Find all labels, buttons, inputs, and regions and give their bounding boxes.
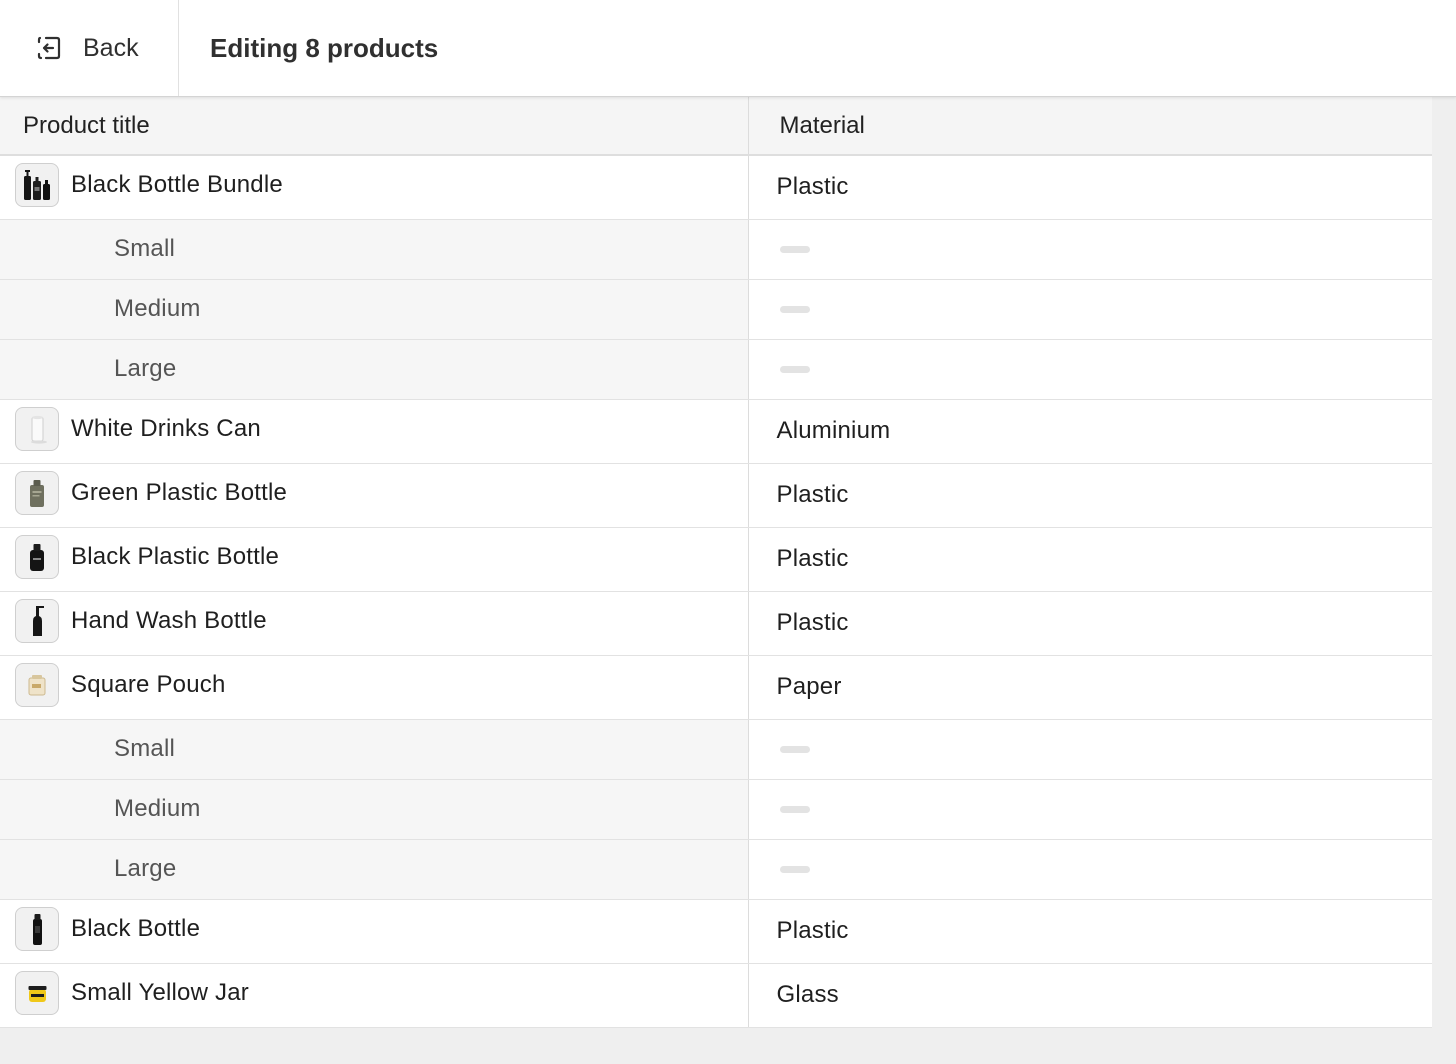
material-cell-empty [748, 279, 1432, 340]
pouch-thumbnail-icon [15, 663, 59, 707]
yellow-jar-thumbnail-icon [15, 971, 59, 1015]
product-row: Small Yellow Jar Glass [0, 963, 1432, 1028]
variant-title-cell: Medium [0, 779, 749, 840]
bottle-bundle-thumbnail-icon [15, 163, 59, 208]
pump-bottle-thumbnail-icon [15, 599, 59, 643]
product-row: Green Plastic Bottle Plastic [0, 463, 1432, 528]
empty-placeholder-dash [779, 245, 810, 253]
back-button[interactable]: Back [0, 0, 179, 96]
product-title-wrapper: Black Bottle Bundle [0, 163, 748, 208]
material-cell[interactable]: Glass [748, 963, 1432, 1028]
black-square-bottle-thumbnail-icon [15, 535, 59, 579]
white-can-thumbnail-icon [15, 407, 59, 451]
empty-placeholder-dash [779, 305, 810, 313]
product-row: Square Pouch Paper [0, 655, 1432, 720]
variant-row: Small [0, 719, 1432, 780]
product-row: Black Bottle Plastic [0, 899, 1432, 964]
product-title-cell[interactable]: Small Yellow Jar [0, 963, 749, 1028]
variant-title: Small [114, 735, 176, 762]
page-title: Editing 8 products [210, 32, 439, 63]
material-cell-empty [748, 779, 1432, 840]
material-value: Aluminium [776, 417, 891, 444]
material-cell[interactable]: Plastic [748, 463, 1432, 528]
material-value: Plastic [776, 545, 849, 572]
column-header-material[interactable]: Material [748, 97, 1432, 156]
empty-placeholder-dash [779, 745, 810, 753]
product-title-wrapper: Hand Wash Bottle [0, 599, 748, 643]
variant-row: Medium [0, 779, 1432, 840]
product-title: Hand Wash Bottle [71, 607, 267, 634]
product-title-wrapper: Small Yellow Jar [0, 971, 748, 1015]
variant-row: Small [0, 219, 1432, 280]
variant-title-cell: Medium [0, 279, 749, 340]
product-title: Black Bottle Bundle [71, 171, 283, 199]
material-cell-empty [748, 839, 1432, 900]
material-value: Plastic [776, 917, 849, 944]
product-title-cell[interactable]: Black Plastic Bottle [0, 527, 749, 592]
material-cell[interactable]: Aluminium [748, 399, 1432, 464]
product-row: Black Plastic Bottle Plastic [0, 527, 1432, 592]
product-row: White Drinks Can Aluminium [0, 399, 1432, 464]
variant-title: Medium [114, 795, 201, 822]
product-title: Square Pouch [71, 671, 226, 698]
variant-title: Large [114, 355, 177, 382]
products-table: Product title Material Black Bottle Bund… [0, 97, 1432, 1028]
header-row: Product title Material [0, 97, 1432, 156]
variant-title: Large [114, 855, 177, 882]
variant-title-cell: Large [0, 839, 749, 900]
product-row: Hand Wash Bottle Plastic [0, 591, 1432, 656]
product-title-wrapper: White Drinks Can [0, 407, 748, 451]
material-cell[interactable]: Plastic [748, 591, 1432, 656]
product-title-cell[interactable]: Black Bottle Bundle [0, 155, 749, 220]
material-cell-empty [748, 339, 1432, 400]
product-title-cell[interactable]: Square Pouch [0, 655, 749, 720]
green-bottle-thumbnail-icon [15, 471, 59, 515]
variant-row: Medium [0, 279, 1432, 340]
bulk-edit-grid: Product title Material Black Bottle Bund… [0, 97, 1432, 1028]
product-title-cell[interactable]: Green Plastic Bottle [0, 463, 749, 528]
empty-placeholder-dash [779, 865, 810, 873]
empty-placeholder-dash [779, 365, 810, 373]
material-value: Plastic [776, 173, 849, 201]
variant-row: Large [0, 839, 1432, 900]
variant-title: Medium [114, 295, 201, 322]
product-title: White Drinks Can [71, 415, 261, 442]
variant-title: Small [114, 235, 176, 262]
material-cell[interactable]: Plastic [748, 527, 1432, 592]
top-bar: Back Editing 8 products [0, 0, 1456, 97]
variant-title-cell: Small [0, 219, 749, 280]
column-header-product-title[interactable]: Product title [0, 97, 749, 156]
exit-arrow-icon [34, 33, 64, 63]
product-title-wrapper: Black Plastic Bottle [0, 535, 748, 579]
material-value: Plastic [776, 609, 849, 636]
product-title-cell[interactable]: Black Bottle [0, 899, 749, 964]
product-title-cell[interactable]: White Drinks Can [0, 399, 749, 464]
material-value: Glass [776, 981, 839, 1008]
product-title-cell[interactable]: Hand Wash Bottle [0, 591, 749, 656]
empty-placeholder-dash [779, 805, 810, 813]
product-title-wrapper: Green Plastic Bottle [0, 471, 748, 515]
material-cell-empty [748, 719, 1432, 780]
variant-title-cell: Large [0, 339, 749, 400]
product-row: Black Bottle Bundle Plastic [0, 155, 1432, 220]
tall-black-bottle-thumbnail-icon [15, 907, 59, 951]
material-cell[interactable]: Plastic [748, 899, 1432, 964]
material-cell[interactable]: Paper [748, 655, 1432, 720]
product-title-wrapper: Square Pouch [0, 663, 748, 707]
variant-title-cell: Small [0, 719, 749, 780]
material-cell-empty [748, 219, 1432, 280]
product-title: Black Bottle [71, 915, 201, 942]
product-title-wrapper: Black Bottle [0, 907, 748, 951]
product-title: Small Yellow Jar [71, 979, 249, 1006]
product-title: Green Plastic Bottle [71, 479, 288, 506]
material-value: Paper [776, 673, 842, 700]
variant-row: Large [0, 339, 1432, 400]
material-cell[interactable]: Plastic [748, 155, 1432, 220]
table-body: Black Bottle Bundle Plastic Small Medium Lar… [0, 155, 1432, 1028]
back-label: Back [83, 33, 139, 62]
material-value: Plastic [776, 481, 849, 508]
product-title: Black Plastic Bottle [71, 543, 280, 570]
